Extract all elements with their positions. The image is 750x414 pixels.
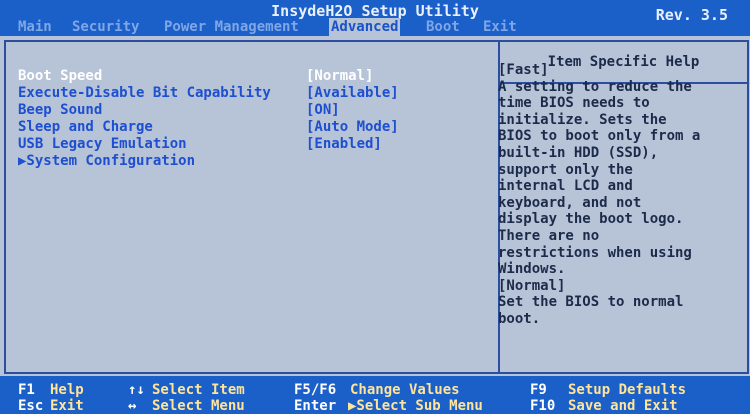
tab-main[interactable]: Main bbox=[16, 18, 54, 36]
f9-desc: Setup Defaults bbox=[568, 382, 687, 398]
help-line: [Fast] bbox=[498, 62, 549, 78]
help-line: Windows. bbox=[498, 261, 566, 278]
setting-label: Sleep and Charge bbox=[18, 119, 153, 135]
help-line: built-in HDD (SSD), bbox=[498, 144, 659, 161]
help-line: support only the bbox=[498, 161, 633, 178]
arrows-up-down-desc: Select Item bbox=[152, 382, 245, 398]
setting-label: Beep Sound bbox=[18, 102, 103, 118]
help-line: There are no bbox=[498, 227, 600, 244]
menu-bar: Main Security Power Management Advanced … bbox=[0, 18, 750, 36]
tab-security[interactable]: Security bbox=[70, 18, 141, 36]
setting-value[interactable]: [Enabled] bbox=[306, 136, 382, 153]
help-line: BIOS to boot only from a bbox=[498, 128, 701, 145]
esc-desc: Exit bbox=[50, 398, 84, 414]
help-line: Set the BIOS to normal bbox=[498, 294, 684, 311]
arrows-left-right-icon[interactable]: ↔ bbox=[128, 398, 136, 414]
setting-value[interactable]: [Auto Mode] bbox=[306, 119, 399, 136]
setting-label: Execute-Disable Bit Capability bbox=[18, 85, 271, 101]
help-line: A setting to reduce the bbox=[498, 78, 692, 95]
help-line: initialize. Sets the bbox=[498, 111, 667, 128]
enter-desc: ▶Select Sub Menu bbox=[348, 398, 483, 414]
f1-desc: Help bbox=[50, 382, 84, 398]
submenu-label: ▶System Configuration bbox=[18, 153, 196, 169]
arrows-left-right-desc: Select Menu bbox=[152, 398, 245, 414]
enter-key[interactable]: Enter bbox=[294, 398, 336, 414]
help-text: [Fast] A setting to reduce the time BIOS… bbox=[498, 62, 734, 328]
esc-key[interactable]: Esc bbox=[18, 398, 43, 414]
help-line: display the boot logo. bbox=[498, 211, 684, 228]
f5f6-key[interactable]: F5/F6 bbox=[294, 382, 336, 398]
tab-power-management[interactable]: Power Management bbox=[162, 18, 301, 36]
setting-value[interactable]: [ON] bbox=[306, 102, 340, 119]
tab-advanced[interactable]: Advanced bbox=[329, 18, 401, 36]
help-line: internal LCD and bbox=[498, 178, 633, 195]
f1-key[interactable]: F1 bbox=[18, 382, 35, 398]
f10-desc: Save and Exit bbox=[568, 398, 678, 414]
tab-exit[interactable]: Exit bbox=[481, 18, 519, 36]
help-line: restrictions when using bbox=[498, 244, 692, 261]
setting-label: Boot Speed bbox=[18, 68, 103, 84]
setting-value[interactable]: [Available] bbox=[306, 85, 399, 102]
setting-value[interactable]: [Normal] bbox=[306, 68, 373, 85]
f10-key[interactable]: F10 bbox=[530, 398, 555, 414]
f9-key[interactable]: F9 bbox=[530, 382, 547, 398]
tab-boot[interactable]: Boot bbox=[424, 18, 462, 36]
f5f6-desc: Change Values bbox=[350, 382, 460, 398]
help-line: [Normal] bbox=[498, 277, 566, 294]
setting-label: USB Legacy Emulation bbox=[18, 136, 187, 152]
key-legend-bar: F1 Help Esc Exit ↑↓ Select Item ↔ Select… bbox=[0, 376, 750, 414]
title-bar: InsydeH2O Setup Utility Rev. 3.5 Main Se… bbox=[0, 0, 750, 36]
arrows-up-down-icon[interactable]: ↑↓ bbox=[128, 382, 145, 398]
help-line: keyboard, and not bbox=[498, 194, 642, 211]
help-line: boot. bbox=[498, 310, 541, 327]
help-line: time BIOS needs to bbox=[498, 95, 650, 112]
